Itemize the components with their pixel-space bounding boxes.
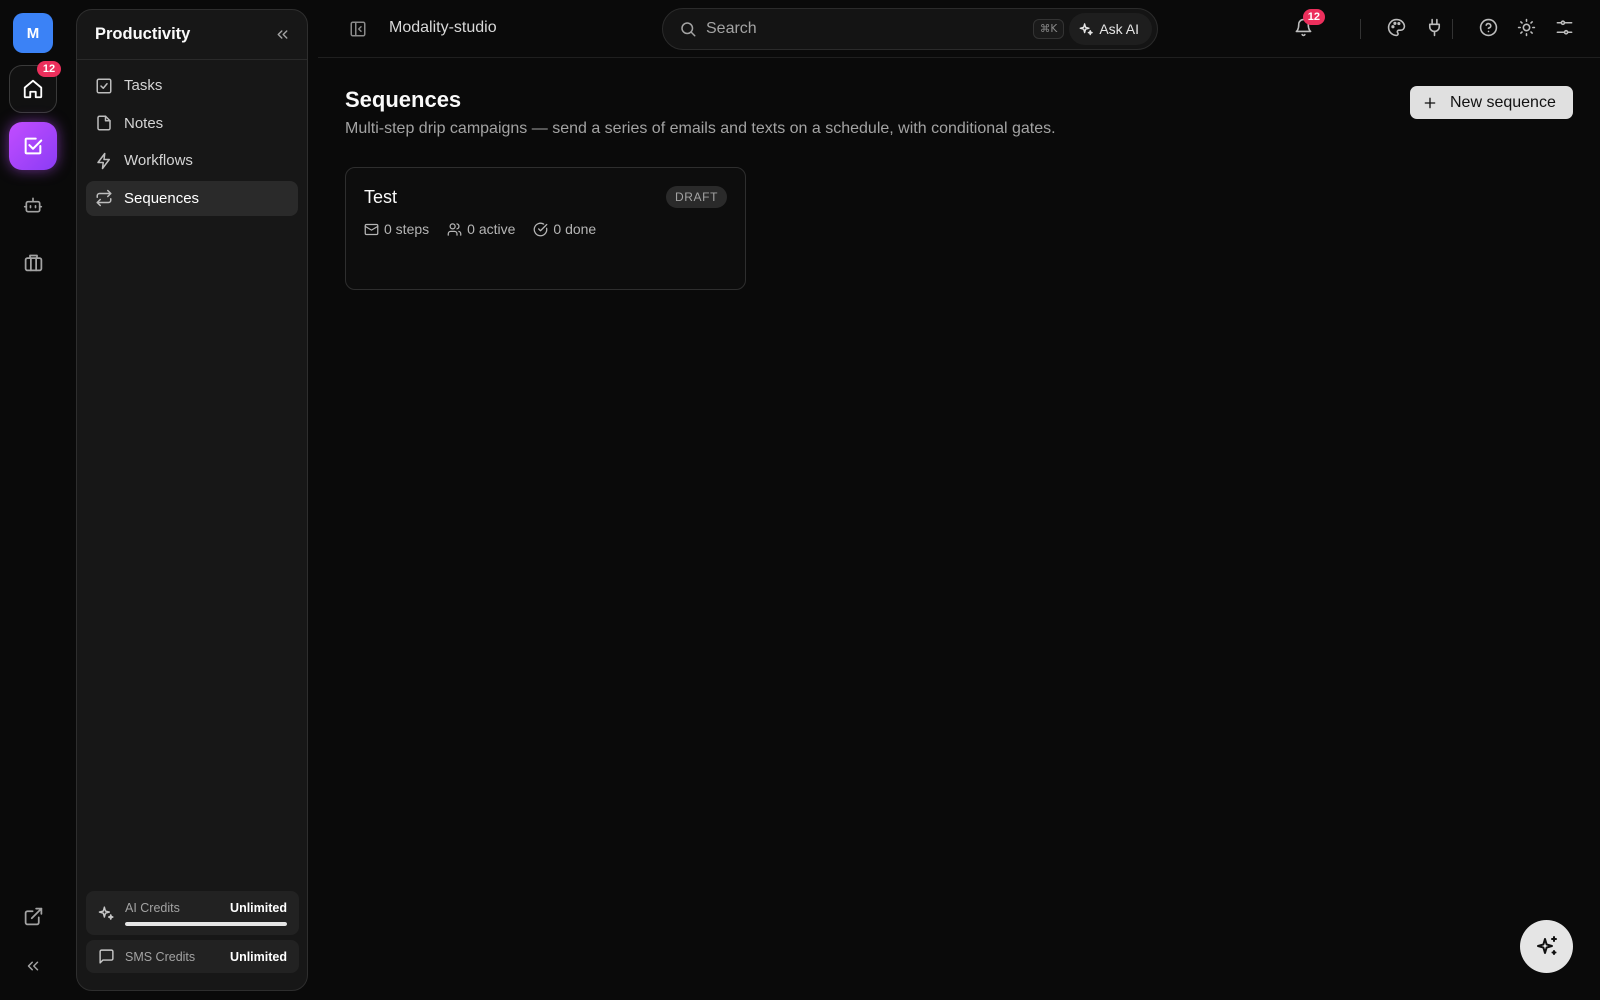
home-icon [22, 78, 44, 100]
sun-icon [1517, 18, 1536, 37]
sparkles-icon [1079, 22, 1099, 37]
collapse-sidebar-button[interactable] [274, 26, 291, 43]
ai-credits-value: Unlimited [230, 900, 287, 915]
checkbox-icon [22, 135, 44, 157]
sms-credits-label: SMS Credits [125, 949, 196, 964]
chevrons-left-icon [24, 957, 42, 975]
briefcase-icon [23, 252, 44, 273]
sidebar-item-sequences[interactable]: Sequences [86, 180, 298, 216]
sidebar-title: Productivity [95, 25, 191, 43]
divider [1360, 19, 1361, 39]
top-bar: Modality-studio ⌘K Ask AI 12 [318, 0, 1600, 58]
users-icon [447, 222, 467, 237]
sequence-card[interactable]: Test DRAFT 0 steps 0 active 0 done [345, 167, 746, 290]
home-button[interactable]: 12 [9, 61, 61, 113]
ai-credits-label: AI Credits [125, 900, 180, 915]
help-button[interactable] [1479, 18, 1498, 37]
ai-assistant-button[interactable] [1520, 920, 1573, 973]
steps-stat: 0 steps [364, 221, 429, 237]
theme-toggle-button[interactable] [1517, 18, 1536, 37]
plus-icon [1422, 95, 1450, 111]
ask-ai-label: Ask AI [1099, 21, 1139, 37]
new-sequence-label: New sequence [1450, 93, 1556, 111]
notifications-badge: 12 [1302, 9, 1325, 25]
bots-app-button[interactable] [9, 181, 57, 229]
active-count: 0 active [467, 221, 516, 237]
sequence-stats: 0 steps 0 active 0 done [364, 221, 727, 237]
sms-credits-value: Unlimited [230, 949, 287, 964]
productivity-app-button[interactable] [9, 122, 57, 170]
search-input[interactable] [706, 20, 1033, 38]
open-external-button[interactable] [9, 892, 57, 940]
sidebar-item-tasks[interactable]: Tasks [86, 68, 298, 103]
help-circle-icon [1479, 18, 1498, 37]
sparkles-icon [98, 905, 115, 922]
sidebar-header: Productivity [77, 10, 307, 60]
sidebar-item-notes[interactable]: Notes [86, 106, 298, 141]
new-sequence-button[interactable]: New sequence [1410, 86, 1573, 119]
notifications-button[interactable]: 12 [1294, 9, 1325, 37]
mail-icon [364, 222, 384, 237]
external-link-icon [23, 906, 44, 927]
bot-icon [23, 195, 43, 215]
divider [1452, 19, 1453, 39]
search-shortcut-hint: ⌘K [1032, 19, 1065, 39]
page-title: Sequences [345, 87, 462, 112]
panel-left-icon [349, 20, 367, 38]
done-stat: 0 done [533, 221, 596, 237]
theme-palette-button[interactable] [1387, 18, 1406, 37]
sliders-icon [1555, 18, 1574, 37]
app-rail: M 12 [0, 0, 66, 1000]
search-icon [679, 20, 697, 38]
checkbox-icon [95, 77, 113, 95]
page-subtitle: Multi-step drip campaigns — send a serie… [345, 120, 1056, 137]
sidebar-nav: Tasks Notes Workflows Sequences [77, 60, 307, 226]
active-stat: 0 active [447, 221, 515, 237]
check-circle-icon [533, 222, 553, 237]
integrations-button[interactable] [1425, 18, 1444, 37]
sidebar-item-label: Tasks [124, 77, 163, 94]
file-icon [95, 114, 113, 132]
ai-credits-progress [125, 921, 287, 926]
lightning-icon [95, 152, 113, 170]
workspace-avatar[interactable]: M [13, 13, 53, 53]
ai-credits-panel[interactable]: AI Credits Unlimited [86, 891, 299, 935]
sparkles-icon [1535, 935, 1559, 959]
sidebar-item-workflows[interactable]: Workflows [86, 143, 298, 178]
ask-ai-button[interactable]: Ask AI [1069, 13, 1152, 45]
steps-count: 0 steps [384, 221, 430, 237]
sequence-name: Test [364, 186, 398, 207]
sidebar-item-label: Notes [124, 114, 164, 132]
productivity-sidebar: Productivity Tasks Notes Workflows Seque… [76, 9, 308, 991]
sidebar-item-label: Workflows [124, 152, 193, 169]
plug-icon [1425, 18, 1444, 37]
settings-button[interactable] [1555, 18, 1574, 37]
toggle-panel-button[interactable] [349, 20, 367, 38]
business-app-button[interactable] [9, 238, 57, 286]
palette-icon [1387, 18, 1406, 37]
sidebar-item-label: Sequences [124, 189, 200, 207]
repeat-icon [95, 189, 113, 207]
status-badge: DRAFT [666, 186, 727, 208]
collapse-rail-button[interactable] [9, 942, 57, 990]
home-badge: 12 [37, 61, 61, 77]
done-count: 0 done [553, 221, 597, 237]
chevrons-left-icon [274, 26, 291, 43]
workspace-name[interactable]: Modality-studio [389, 19, 497, 37]
search-bar[interactable]: ⌘K Ask AI [662, 8, 1158, 50]
sms-credits-panel[interactable]: SMS Credits Unlimited [86, 940, 299, 973]
ai-credits-progress-fill [125, 921, 287, 926]
message-square-icon [98, 948, 115, 965]
